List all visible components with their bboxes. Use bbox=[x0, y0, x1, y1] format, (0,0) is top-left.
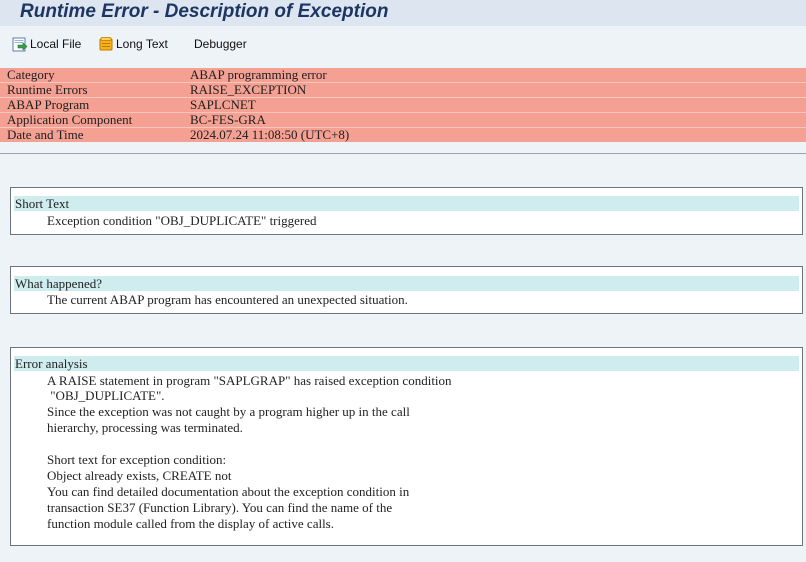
header-value: SAPLCNET bbox=[190, 97, 256, 112]
header-row-abap-program: ABAP Program SAPLCNET bbox=[0, 98, 806, 113]
header-label: Category bbox=[7, 67, 55, 82]
long-text-button[interactable]: Long Text bbox=[98, 35, 168, 53]
local-file-button[interactable]: Local File bbox=[12, 35, 81, 53]
error-analysis-line: You can find detailed documentation abou… bbox=[47, 484, 410, 499]
error-analysis-panel: Error analysis A RAISE statement in prog… bbox=[10, 347, 803, 546]
header-value: RAISE_EXCEPTION bbox=[190, 82, 307, 97]
error-analysis-line: Short text for exception condition: bbox=[47, 452, 227, 467]
header-value: BC-FES-GRA bbox=[190, 112, 266, 127]
error-analysis-line: function module called from the display … bbox=[47, 516, 334, 531]
debugger-label: Debugger bbox=[194, 37, 247, 51]
header-label: ABAP Program bbox=[7, 97, 90, 112]
header-row-date-and-time: Date and Time 2024.07.24 11:08:50 (UTC+8… bbox=[0, 128, 806, 142]
header-row-application-component: Application Component BC-FES-GRA bbox=[0, 113, 806, 128]
long-text-icon bbox=[98, 36, 116, 52]
local-file-label: Local File bbox=[30, 37, 82, 51]
what-happened-title: What happened? bbox=[15, 276, 102, 291]
debugger-button[interactable]: Debugger bbox=[194, 35, 247, 53]
error-analysis-line: Object already exists, CREATE not bbox=[47, 468, 232, 483]
header-label: Runtime Errors bbox=[7, 82, 88, 97]
title-bar: Runtime Error - Description of Exception bbox=[0, 0, 806, 26]
short-text-title: Short Text bbox=[15, 196, 70, 211]
header-row-runtime-errors: Runtime Errors RAISE_EXCEPTION bbox=[0, 83, 806, 98]
what-happened-header bbox=[14, 276, 799, 291]
toolbar: Local File Long Text Debugger bbox=[0, 26, 806, 60]
header-label: Date and Time bbox=[7, 127, 84, 142]
long-text-label: Long Text bbox=[116, 37, 168, 51]
header-value: 2024.07.24 11:08:50 (UTC+8) bbox=[190, 127, 350, 142]
short-text-header bbox=[14, 196, 799, 211]
short-text-panel: Short Text Exception condition "OBJ_DUPL… bbox=[10, 187, 803, 235]
header-value: ABAP programming error bbox=[190, 67, 327, 82]
window-title: Runtime Error - Description of Exception bbox=[20, 1, 389, 22]
error-analysis-line: Since the exception was not caught by a … bbox=[47, 404, 410, 419]
error-analysis-line: "OBJ_DUPLICATE". bbox=[47, 388, 165, 403]
short-text-body: Exception condition "OBJ_DUPLICATE" trig… bbox=[47, 213, 317, 228]
error-analysis-line: transaction SE37 (Function Library). You… bbox=[47, 500, 393, 515]
what-happened-panel: What happened? The current ABAP program … bbox=[10, 266, 803, 314]
error-analysis-title: Error analysis bbox=[15, 356, 88, 371]
error-analysis-header bbox=[14, 356, 799, 371]
local-file-icon bbox=[12, 36, 30, 52]
what-happened-body: The current ABAP program has encountered… bbox=[47, 292, 408, 307]
header-row-category: Category ABAP programming error bbox=[0, 68, 806, 83]
error-analysis-line: A RAISE statement in program "SAPLGRAP" … bbox=[47, 373, 452, 388]
header-label: Application Component bbox=[7, 112, 133, 127]
error-analysis-line: hierarchy, processing was terminated. bbox=[47, 420, 243, 435]
separator bbox=[0, 153, 806, 154]
error-header-table: Category ABAP programming error Runtime … bbox=[0, 68, 806, 142]
